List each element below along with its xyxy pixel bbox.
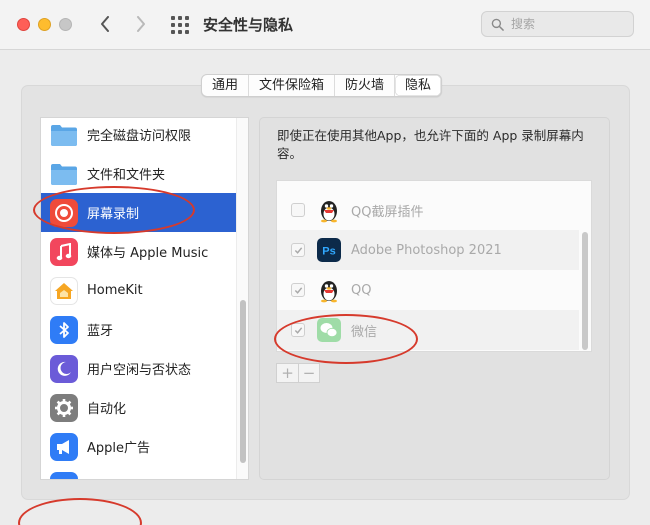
moon-icon	[50, 354, 78, 383]
search-icon	[491, 18, 504, 31]
sidebar-item-label: 自动化	[87, 402, 127, 417]
zoom-window-button[interactable]	[59, 18, 72, 31]
title-bar: 安全性与隐私	[0, 0, 650, 50]
app-row-qq-screenshot[interactable]: QQ截屏插件	[277, 190, 579, 230]
sidebar-item-files-and-folders[interactable]: 文件和文件夹	[41, 154, 236, 193]
app-row-photoshop[interactable]: Ps Adobe Photoshop 2021	[277, 230, 579, 270]
sidebar-item-bluetooth[interactable]: 蓝牙	[41, 310, 236, 349]
tab-general[interactable]: 通用	[202, 75, 250, 96]
app-name: QQ	[351, 282, 372, 298]
analytics-icon	[50, 471, 78, 479]
app-checkbox[interactable]	[291, 323, 305, 337]
app-checkbox[interactable]	[291, 243, 305, 257]
checkmark-icon	[294, 286, 302, 294]
app-row-wechat[interactable]: 微信	[277, 310, 579, 350]
qq-penguin-icon	[315, 196, 343, 224]
show-all-grid-icon[interactable]	[171, 16, 189, 34]
tab-firewall[interactable]: 防火墙	[335, 75, 396, 96]
search-input[interactable]	[511, 17, 621, 31]
sidebar-item-label: 屏幕录制	[87, 207, 140, 222]
sidebar-item-label: 用户空闲与否状态	[87, 363, 192, 378]
sidebar-item-label: 文件和文件夹	[87, 168, 166, 183]
screen-recording-icon	[50, 198, 78, 227]
chevron-left-icon	[101, 16, 109, 32]
app-checkbox[interactable]	[291, 203, 305, 217]
checkmark-icon	[294, 326, 302, 334]
svg-text:Ps: Ps	[322, 246, 335, 258]
folder-icon	[50, 121, 78, 149]
tab-filevault[interactable]: 文件保险箱	[249, 75, 336, 96]
sidebar-item-screen-recording[interactable]: 屏幕录制	[41, 193, 236, 232]
list-item	[277, 180, 579, 181]
sidebar-item-user-idle-state[interactable]: 用户空闲与否状态	[41, 349, 236, 388]
sidebar-item-homekit[interactable]: HomeKit	[41, 271, 236, 310]
add-app-button[interactable]: +	[277, 364, 298, 382]
add-remove-control: + −	[276, 363, 320, 383]
sidebar-item-label: 蓝牙	[87, 324, 114, 339]
wechat-icon	[315, 316, 343, 344]
qq-penguin-icon	[315, 276, 343, 304]
tab-privacy[interactable]: 隐私	[395, 75, 442, 96]
app-checkbox[interactable]	[291, 283, 305, 297]
sidebar-item-media-apple-music[interactable]: 媒体与 Apple Music	[41, 232, 236, 271]
photoshop-icon: Ps	[315, 236, 343, 264]
folder-icon	[50, 160, 78, 188]
back-button[interactable]	[94, 12, 116, 36]
sidebar-scrollbar-thumb[interactable]	[240, 300, 246, 463]
megaphone-icon	[50, 432, 78, 461]
bluetooth-icon	[50, 315, 78, 344]
screen-recording-description: 即使正在使用其他App，也允许下面的 App 录制屏幕内容。	[277, 128, 584, 161]
sidebar-item-automation[interactable]: 自动化	[41, 388, 236, 427]
forward-button[interactable]	[130, 12, 152, 36]
search-field[interactable]	[481, 11, 634, 37]
app-permission-list[interactable]: QQ截屏插件 Ps Adobe Photoshop 2021 QQ 微信	[276, 180, 592, 352]
window-title: 安全性与隐私	[203, 16, 294, 34]
minimize-window-button[interactable]	[38, 18, 51, 31]
annotation-circle-bottom	[18, 498, 142, 525]
tab-bar: 通用 文件保险箱 防火墙 隐私	[201, 74, 443, 97]
sidebar-item-partial[interactable]	[41, 466, 236, 479]
app-list-scrollbar-thumb[interactable]	[582, 232, 588, 350]
app-name: 微信	[351, 324, 378, 340]
app-name: QQ截屏插件	[351, 204, 424, 220]
homekit-house-icon	[50, 276, 78, 305]
sidebar-item-apple-advertising[interactable]: Apple广告	[41, 427, 236, 466]
sidebar-item-label: 媒体与 Apple Music	[87, 246, 209, 261]
privacy-category-list[interactable]: 完全磁盘访问权限 文件和文件夹 屏幕录制 媒体与 Apple Music Hom…	[40, 117, 249, 480]
sidebar-item-full-disk-access[interactable]: 完全磁盘访问权限	[41, 118, 236, 154]
sidebar-item-label: Apple广告	[87, 441, 151, 456]
gear-icon	[50, 393, 78, 422]
sidebar-item-label: 完全磁盘访问权限	[87, 129, 192, 144]
chevron-right-icon	[137, 16, 145, 32]
remove-app-button[interactable]: −	[298, 364, 319, 382]
close-window-button[interactable]	[17, 18, 30, 31]
sidebar-item-label: HomeKit	[87, 283, 143, 298]
app-name: Adobe Photoshop 2021	[351, 242, 502, 258]
checkmark-icon	[294, 246, 302, 254]
app-row-qq[interactable]: QQ	[277, 270, 579, 310]
music-note-icon	[50, 237, 78, 266]
